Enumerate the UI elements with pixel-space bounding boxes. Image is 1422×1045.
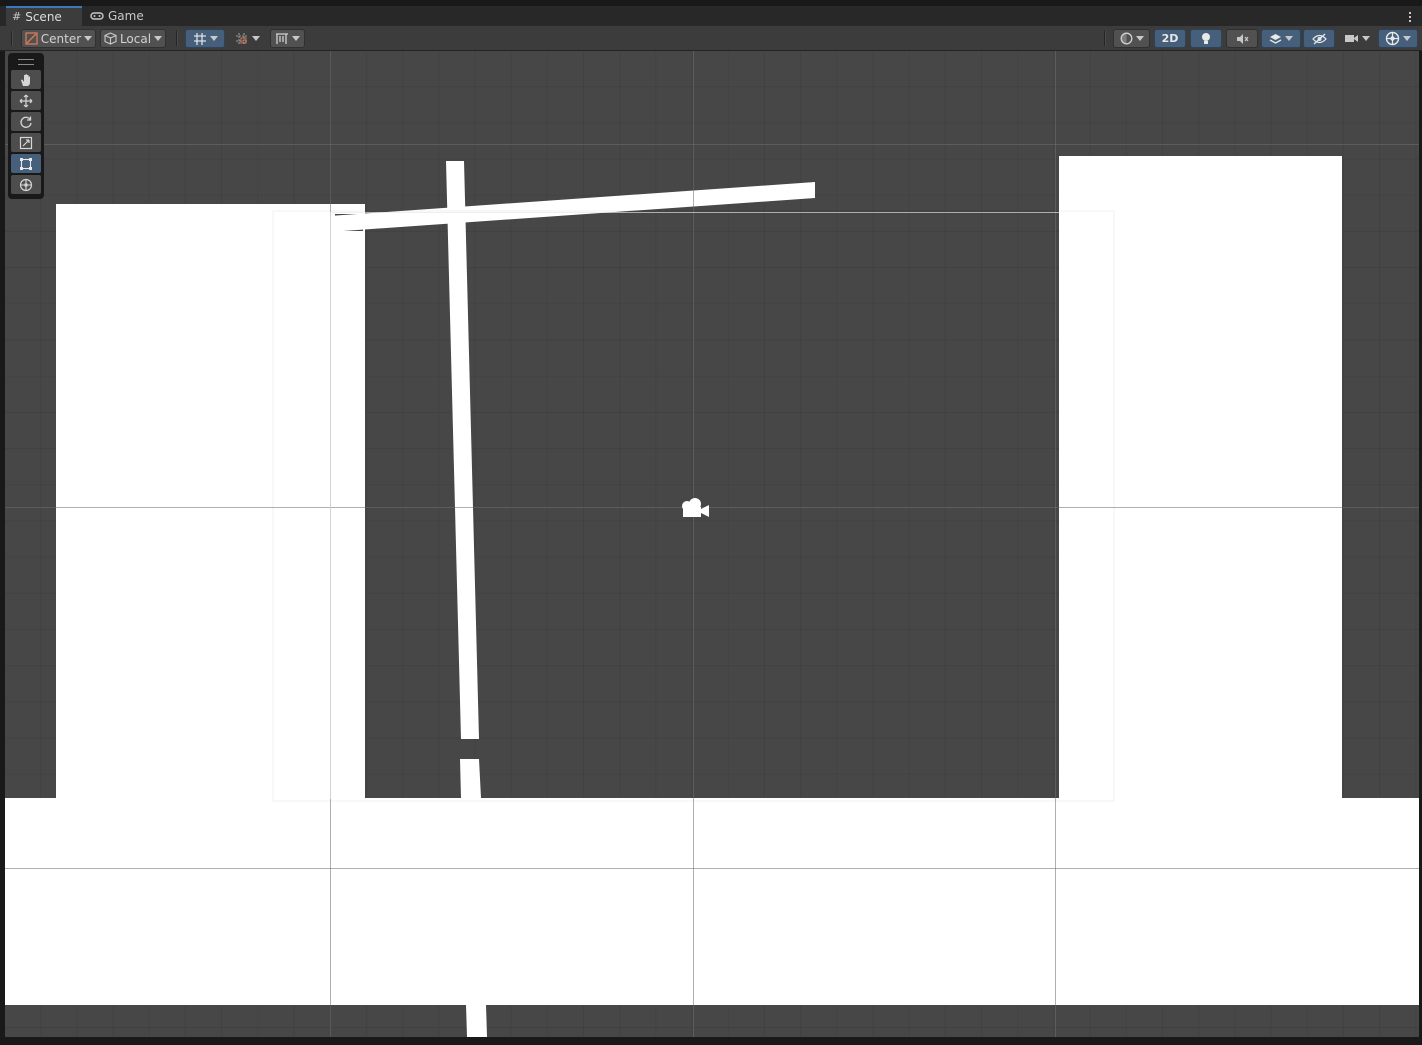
hand-tool-button[interactable] bbox=[11, 70, 41, 89]
audio-toggle[interactable] bbox=[1226, 29, 1258, 48]
cube-icon bbox=[104, 32, 117, 45]
hand-icon bbox=[21, 73, 30, 86]
increment-snap-button[interactable] bbox=[228, 29, 266, 48]
pivot-center-icon bbox=[25, 32, 38, 45]
grid-snapping-button[interactable] bbox=[185, 29, 225, 48]
rect-transform-icon bbox=[20, 157, 32, 170]
camera-gizmo-icon[interactable] bbox=[679, 496, 711, 520]
chevron-down-icon bbox=[84, 36, 93, 41]
eye-hidden-icon bbox=[1311, 33, 1327, 44]
lightbulb-icon bbox=[1202, 33, 1210, 44]
gamepad-icon bbox=[90, 12, 104, 20]
shading-sphere-icon bbox=[1120, 32, 1132, 45]
pivot-mode-label: Center bbox=[40, 31, 82, 46]
transform-icon bbox=[19, 178, 33, 191]
camera-icon bbox=[1345, 35, 1358, 42]
rotate-icon bbox=[20, 116, 32, 128]
chevron-down-icon bbox=[1403, 36, 1411, 41]
more-options-icon[interactable] bbox=[1408, 12, 1412, 26]
grid-major-line bbox=[5, 144, 1419, 145]
move-icon bbox=[19, 94, 33, 107]
tab-scene-label: Scene bbox=[25, 10, 62, 24]
move-tool-button[interactable] bbox=[11, 91, 41, 110]
toolbar-separator bbox=[176, 31, 178, 46]
chevron-down-icon bbox=[209, 36, 218, 41]
grid-icon: # bbox=[12, 10, 22, 23]
camera-settings-dropdown[interactable] bbox=[1338, 29, 1376, 48]
scale-tool-button[interactable] bbox=[11, 133, 41, 152]
scene-viewport[interactable] bbox=[5, 51, 1419, 1037]
rect-tool-button[interactable] bbox=[11, 154, 41, 173]
pivot-rotation-label: Local bbox=[119, 31, 152, 46]
gizmo-globe-icon bbox=[1385, 31, 1400, 46]
chevron-down-icon bbox=[1135, 36, 1144, 41]
pivot-rotation-dropdown[interactable]: Local bbox=[100, 29, 166, 48]
chevron-down-icon bbox=[251, 36, 260, 41]
tab-scene[interactable]: # Scene bbox=[6, 6, 82, 26]
chevron-down-icon bbox=[1285, 36, 1293, 41]
toolbar-separator bbox=[1104, 31, 1106, 46]
tab-game[interactable]: Game bbox=[88, 6, 160, 26]
pivot-mode-dropdown[interactable]: Center bbox=[21, 29, 96, 48]
toggle-2d-button[interactable]: 2D bbox=[1154, 29, 1186, 48]
scene-toolbar: Center Local 2D bbox=[0, 26, 1422, 51]
viewport-border-left bbox=[0, 51, 5, 1045]
toolbar-grip bbox=[11, 31, 13, 46]
gizmos-dropdown[interactable] bbox=[1378, 29, 1418, 48]
overlay-drag-handle[interactable] bbox=[18, 59, 34, 65]
scene-lighting-toggle[interactable] bbox=[1190, 29, 1222, 48]
tools-overlay bbox=[8, 53, 44, 199]
scale-icon bbox=[19, 136, 33, 149]
chevron-down-icon bbox=[292, 36, 300, 41]
chevron-down-icon bbox=[154, 36, 163, 41]
editor-tab-bar: # Scene Game bbox=[0, 6, 1422, 26]
grid-snap-icon bbox=[193, 32, 206, 45]
rotate-tool-button[interactable] bbox=[11, 112, 41, 131]
draw-mode-dropdown[interactable] bbox=[1113, 29, 1150, 48]
effects-dropdown[interactable] bbox=[1261, 29, 1301, 48]
tab-game-label: Game bbox=[108, 9, 144, 23]
pole-below-ground-sprite[interactable] bbox=[466, 1005, 487, 1037]
audio-muted-icon bbox=[1236, 33, 1248, 44]
transform-tool-button[interactable] bbox=[11, 175, 41, 194]
chevron-down-icon bbox=[1362, 36, 1370, 41]
layers-icon bbox=[1269, 34, 1282, 44]
toggle-2d-label: 2D bbox=[1161, 32, 1179, 45]
align-dropdown[interactable] bbox=[270, 29, 305, 48]
snap-increment-icon bbox=[235, 32, 248, 45]
viewport-border-bottom bbox=[0, 1037, 1422, 1045]
hidden-objects-toggle[interactable] bbox=[1303, 29, 1335, 48]
align-icon bbox=[276, 32, 288, 44]
grid-major-line bbox=[5, 868, 1419, 869]
